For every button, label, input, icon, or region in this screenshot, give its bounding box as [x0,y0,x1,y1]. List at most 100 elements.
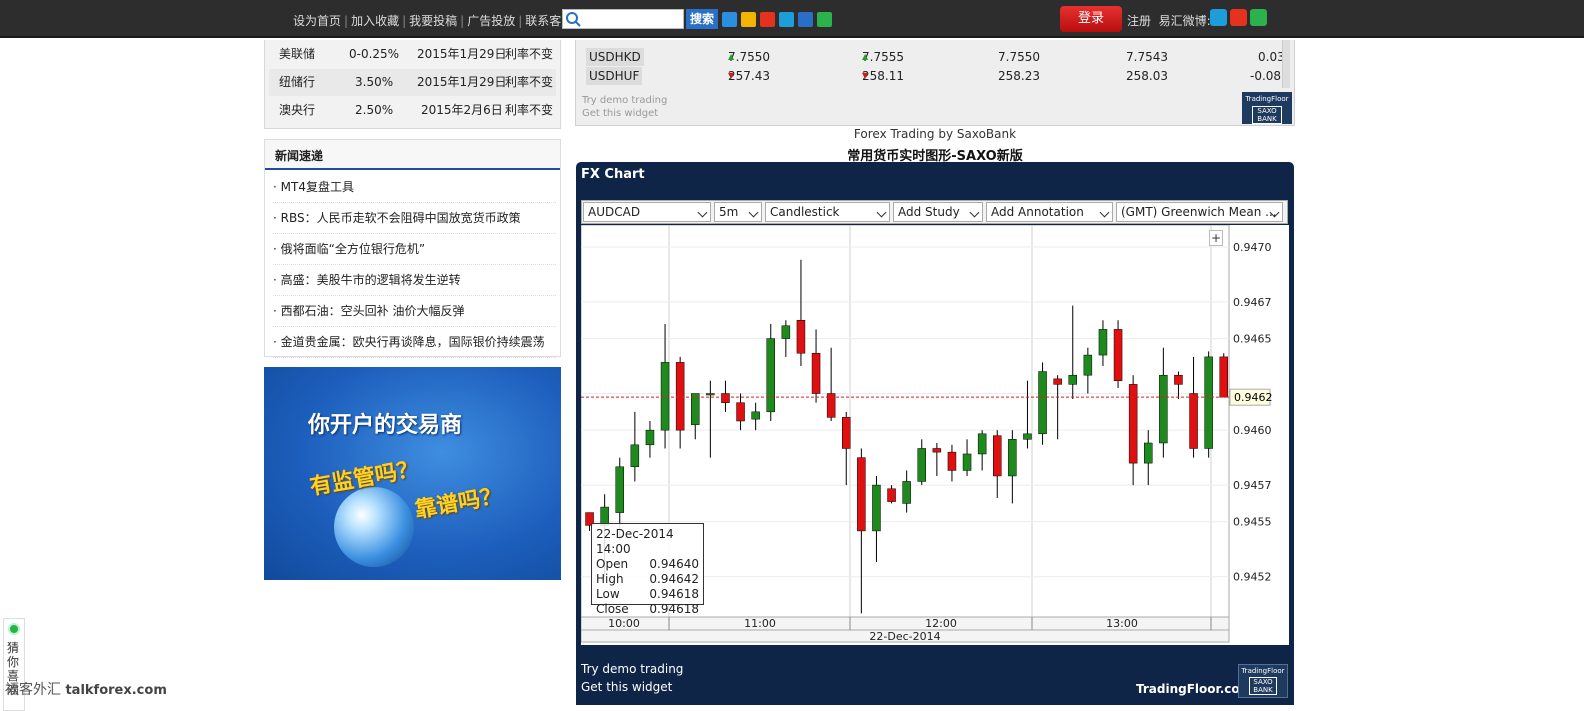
search-button[interactable]: 搜索 [686,9,718,29]
share-plus-icon[interactable] [722,12,737,27]
share-renren-icon[interactable] [798,12,813,27]
saxo-logo[interactable]: TradingFloor SAXO BANK [1242,92,1292,124]
rate-date: 2015年1月29日 [417,47,507,61]
quote-symbol[interactable]: USDHKD [586,48,644,66]
candle-body [842,417,851,449]
chevron-down-icon [1099,207,1110,218]
zoom-plus-button[interactable]: + [1209,230,1223,246]
rate-bank: 澳央行 [279,103,316,117]
rate-row: 纽储行 3.50% 2015年1月29日 利率不变 [269,69,556,96]
candle-body [645,429,655,446]
ad-banner[interactable]: 你开户的交易商 有监管吗？ 靠谱吗？ [264,367,561,580]
candle-body [615,466,624,513]
share-icons [722,12,832,27]
x-tick-label: 10:00 [608,617,640,630]
candle-body [1053,378,1062,385]
candle-body [1204,356,1213,449]
tooltip-row-high: High 0.94642 [596,572,699,586]
candle-body [962,453,972,471]
weibo-label: 易汇微博: [1158,14,1211,28]
candle-body [1008,439,1017,477]
y-tick-label: 0.9467 [1233,296,1272,309]
quote-symbol[interactable]: USDHUF [586,67,643,85]
rate-value: 3.50% [355,75,394,89]
news-item[interactable]: · 金道贵金属：欧央行再谈降息，国际银价持续震荡 [273,327,556,358]
rate-date: 2015年2月6日 [421,103,503,117]
candle-body [1113,329,1123,381]
chevron-down-icon [748,207,759,218]
quote-scrollbar[interactable] [1282,40,1290,88]
quote-change: 0.03 [1258,50,1285,64]
candle-body [1128,384,1138,464]
news-item[interactable]: · 俄将面临“全方位银行危机” [273,234,556,265]
widget-caption[interactable]: Forex Trading by SaxoBank [575,127,1295,141]
register-link[interactable]: 注册 [1127,14,1151,28]
search-input[interactable] [583,11,681,27]
quote-widget-link[interactable]: Get this widget [582,108,658,119]
symbol-select[interactable]: AUDCAD [583,202,711,222]
news-item[interactable]: · 高盛：美股牛市的逻辑将发生逆转 [273,265,556,296]
add-study-select[interactable]: Add Study [893,202,983,222]
candle-body [917,448,926,482]
add-annotation-select[interactable]: Add Annotation [986,202,1113,222]
news-header: 新闻速递 [265,140,560,170]
quote-demo-link[interactable]: Try demo trading [582,95,667,106]
search-box [562,9,684,29]
news-item[interactable]: · MT4复盘工具 [273,172,556,203]
chart-type-select[interactable]: Candlestick [765,202,890,222]
candle-body [872,484,881,532]
share-weibo-icon[interactable] [760,12,775,27]
fx-demo-link[interactable]: Try demo trading [581,662,683,676]
y-tick-label: 0.9460 [1233,424,1272,437]
link-submit-article[interactable]: 我要投稿 [409,14,457,28]
weibo-icons [1210,9,1267,26]
candle-body [751,411,760,420]
candle-body [736,402,745,422]
share-wechat-icon[interactable] [817,12,832,27]
timezone-select[interactable]: (GMT) Greenwich Mean ... [1116,202,1283,222]
candlestick-chart-area[interactable]: 0.9470 0.9467 0.9465 0.9462 0.9460 0.9457 0.94… [581,225,1289,645]
rate-status: 利率不变 [505,103,554,117]
rate-status: 利率不变 [505,47,554,61]
news-item[interactable]: · 西都石油：空头回补 油价大幅反弹 [273,296,556,327]
tradingfloor-link[interactable]: TradingFloor.com [1136,682,1252,696]
candle-body [1038,371,1047,435]
tencent-weibo-icon[interactable] [1210,9,1227,26]
register-area: 注册 易汇微博: [1127,12,1211,29]
share-tencent-icon[interactable] [779,12,794,27]
candle-body [947,451,957,471]
interval-select[interactable]: 5m [714,202,762,222]
last-price-label: 0.9462 [1234,391,1273,404]
share-qzone-icon[interactable] [741,12,756,27]
interest-rate-table: 美联储 0-0.25% 2015年1月29日 利率不变 纽储行 3.50% 20… [264,40,561,129]
link-add-favorite[interactable]: 加入收藏 [351,14,399,28]
candle-body [1068,374,1077,385]
link-advertise[interactable]: 广告投放 [467,14,515,28]
candle-body [977,433,987,455]
link-set-homepage[interactable]: 设为首页 [293,14,341,28]
news-title: 新闻速递 [275,149,324,163]
ad-title: 你开户的交易商 [308,413,463,438]
candle-body [721,393,730,403]
arrow-up-icon: ▲ [728,52,735,61]
candle-body [660,362,670,431]
news-item[interactable]: · RBS：人民币走软不会阻碍中国放宽货币政策 [273,203,556,234]
search-icon [566,12,581,27]
ohlc-tooltip: 22-Dec-2014 14:00 Open 0.94640 High 0.9464… [591,523,704,616]
fx-widget-link[interactable]: Get this widget [581,680,672,694]
candle-body [1023,433,1032,440]
status-dot-icon [8,623,20,635]
candle-body [630,444,640,468]
tooltip-row-open: Open 0.94640 [596,557,699,571]
login-button[interactable]: 登录 [1060,6,1122,32]
sina-weibo-icon[interactable] [1230,9,1247,26]
candle-body [887,488,896,502]
saxo-logo[interactable]: TradingFloor SAXO BANK [1238,664,1288,698]
candle-body [766,338,775,413]
candle-body [932,448,942,453]
candle-body [1083,354,1093,376]
wechat-icon[interactable] [1250,9,1267,26]
rate-bank: 纽储行 [279,75,316,89]
quote-change: -0.08 [1250,69,1282,83]
candle-body [1159,374,1168,444]
